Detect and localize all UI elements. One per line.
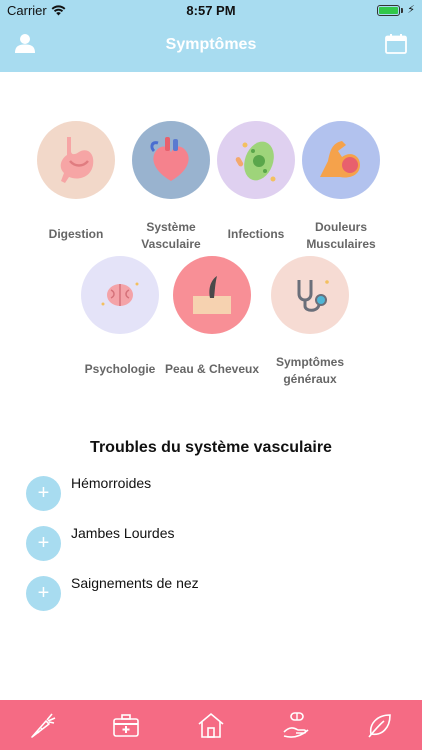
- clock-time: 8:57 PM: [186, 3, 236, 18]
- home-icon[interactable]: [196, 710, 226, 740]
- category-general-symptoms[interactable]: Symptômes généraux: [256, 256, 364, 388]
- add-button[interactable]: +: [26, 526, 61, 561]
- carrot-icon[interactable]: [28, 710, 58, 740]
- first-aid-kit-icon[interactable]: [111, 710, 141, 740]
- stomach-icon: [37, 121, 115, 199]
- list-item-label: Saignements de nez: [71, 575, 199, 591]
- muscle-icon: [302, 121, 380, 199]
- list-item[interactable]: + Saignements de nez: [26, 575, 406, 612]
- category-label: Psychologie: [84, 362, 156, 376]
- tab-bar: [0, 700, 422, 750]
- add-button[interactable]: +: [26, 476, 61, 511]
- list-item-label: Hémorroides: [71, 475, 152, 491]
- stethoscope-icon: [271, 256, 349, 334]
- category-label: Peau & Cheveux: [164, 362, 260, 376]
- pill-hand-icon[interactable]: [281, 710, 311, 740]
- brain-icon: [81, 256, 159, 334]
- list-item[interactable]: + Hémorroides: [26, 475, 406, 512]
- category-digestion[interactable]: Digestion: [27, 121, 125, 243]
- page-title: Symptômes: [165, 36, 257, 53]
- bacteria-icon: [217, 121, 295, 199]
- add-button[interactable]: +: [26, 576, 61, 611]
- skin-hair-icon: [173, 256, 251, 334]
- leaf-icon[interactable]: [365, 710, 395, 740]
- category-muscle-pain[interactable]: Douleurs Musculaires: [291, 121, 391, 253]
- calendar-icon[interactable]: [385, 34, 407, 54]
- battery-cap: [401, 8, 403, 13]
- charging-icon: ⚡: [407, 4, 415, 16]
- status-bar: Carrier 8:57 PM ⚡: [0, 0, 422, 22]
- category-vascular[interactable]: Système Vasculaire: [122, 121, 220, 253]
- battery-icon: [377, 5, 400, 16]
- category-label: Symptômes généraux: [275, 355, 345, 386]
- category-skin-hair[interactable]: Peau & Cheveux: [158, 256, 266, 378]
- list-item[interactable]: + Jambes Lourdes: [26, 525, 406, 562]
- category-psychology[interactable]: Psychologie: [71, 256, 169, 378]
- category-label: Digestion: [48, 227, 104, 241]
- section-title: Troubles du système vasculaire: [90, 439, 332, 456]
- category-label: Système Vasculaire: [141, 220, 201, 251]
- list-item-label: Jambes Lourdes: [71, 525, 175, 541]
- heart-icon: [132, 121, 210, 199]
- header-bar: Carrier 8:57 PM ⚡ Symptômes: [0, 0, 422, 72]
- category-label: Douleurs Musculaires: [306, 220, 376, 251]
